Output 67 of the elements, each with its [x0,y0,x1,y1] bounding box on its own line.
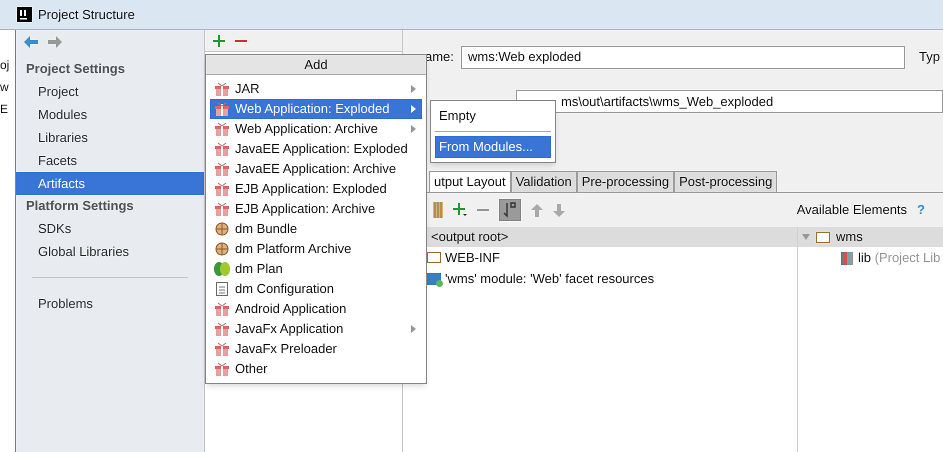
background-text: E [0,101,10,118]
available-elements-label: Available Elements [796,201,908,220]
window-title: Project Structure [38,6,135,24]
tree-root-label: <output root> [431,228,508,246]
library-icon [841,252,853,264]
gift-icon [214,82,230,96]
tree-item[interactable]: WEB-INF [445,248,500,268]
bundle-icon [214,222,230,236]
sidebar-item[interactable]: Libraries [16,126,204,149]
sidebar-item[interactable]: SDKs [16,217,204,240]
plan-icon [214,262,230,276]
folder-icon [816,232,830,242]
tree-item[interactable]: wms [836,227,863,247]
menu-title: Add [206,55,426,75]
menu-item[interactable]: JavaFx Application [210,319,422,339]
sidebar-item[interactable]: Project [16,80,204,103]
gift-icon [214,182,230,196]
menu-item[interactable]: JavaEE Application: Exploded [210,139,422,159]
background-text: oj [0,57,10,74]
tab[interactable]: Pre-processing [576,171,674,192]
sidebar-item[interactable]: Artifacts [16,172,204,195]
type-label: Typ [919,48,940,66]
menu-item[interactable]: Web Application: Exploded [210,99,422,119]
name-field[interactable]: wms:Web exploded [461,46,905,68]
expand-triangle-icon[interactable] [802,234,810,240]
gift-icon [214,102,230,116]
config-icon [214,282,230,296]
menu-item[interactable]: dm Configuration [210,279,422,299]
tree-item[interactable]: lib (Project Lib [858,248,940,268]
forward-arrow-icon[interactable] [48,36,62,48]
app-logo-icon [17,7,32,22]
sidebar-item[interactable]: Problems [16,292,204,315]
tab[interactable]: Post-processing [674,171,778,192]
add-icon[interactable] [453,203,467,217]
background-text: w [0,79,10,96]
gift-icon [214,342,230,356]
tab[interactable]: utput Layout [429,171,511,192]
sidebar-item[interactable]: Modules [16,103,204,126]
gift-icon [214,142,230,156]
menu-item[interactable]: Other [210,359,422,379]
menu-item[interactable]: EJB Application: Archive [210,199,422,219]
tab[interactable]: Validation [510,171,577,192]
sidebar-item[interactable]: Facets [16,149,204,172]
menu-item[interactable]: Web Application: Archive [210,119,422,139]
menu-item[interactable]: EJB Application: Exploded [210,179,422,199]
sidebar-item[interactable]: Global Libraries [16,240,204,263]
section-heading: Platform Settings [25,197,135,216]
gift-icon [214,202,230,216]
menu-item[interactable]: JavaEE Application: Archive [210,159,422,179]
gift-icon [214,362,230,376]
menu-item[interactable]: dm Plan [210,259,422,279]
output-directory-field[interactable]: ms\out\artifacts\wms_Web_exploded [516,90,943,113]
menu-item[interactable]: JavaFx Preloader [210,339,422,359]
menu-item[interactable]: JAR [210,79,422,99]
tree-item[interactable]: 'wms' module: 'Web' facet resources [445,268,654,288]
gift-icon [214,162,230,176]
section-heading: Project Settings [25,60,126,78]
back-arrow-icon[interactable] [24,36,38,48]
menu-item[interactable]: From Modules... [435,136,551,158]
gift-icon [214,122,230,136]
add-icon[interactable] [213,34,225,46]
bundle-icon [214,242,230,256]
gift-icon [214,302,230,316]
menu-item[interactable]: Android Application [210,299,422,319]
up-arrow-icon[interactable] [531,204,543,216]
down-arrow-icon[interactable] [553,204,565,216]
gift-icon [214,322,230,336]
